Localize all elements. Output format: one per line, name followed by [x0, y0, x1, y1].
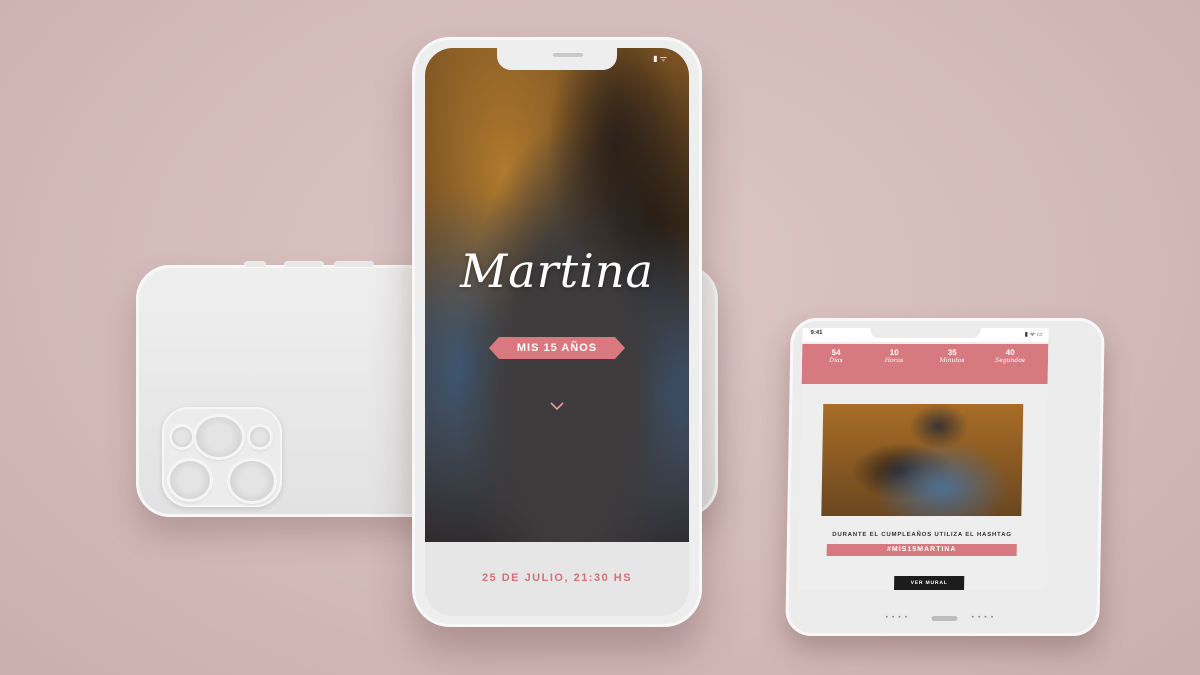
camera-lens [230, 461, 274, 501]
countdown-label: Días [829, 357, 843, 364]
flash-icon [172, 427, 192, 447]
chevron-down-icon-svg [550, 402, 564, 411]
phone-notch [870, 328, 981, 338]
countdown-label: Minutos [939, 357, 965, 364]
phone-notch [497, 48, 617, 70]
countdown-value: 35 [947, 348, 957, 357]
hashtag-instructions: DURANTE EL CUMPLEAÑOS UTILIZA EL HASHTAG [832, 532, 1012, 538]
camera-bump [162, 407, 282, 507]
status-time: 9:41 [810, 330, 823, 336]
speaker-grille: • • • • [885, 614, 909, 621]
status-icons: ▮ ᯤ [653, 54, 667, 63]
countdown-minutes: 35 Minutos [932, 348, 972, 364]
main-phone-screen: ▮ ᯤ Martina MIS 15 AÑOS 25 DE JULIO, 21:… [425, 48, 689, 616]
speaker-grille: • • • • [971, 614, 995, 621]
countdown-value: 40 [1005, 348, 1015, 357]
ver-mural-button[interactable]: VER MURAL [894, 576, 965, 590]
celebrant-photo [821, 404, 1024, 516]
countdown-value: 10 [889, 348, 899, 357]
countdown-value: 54 [831, 348, 841, 357]
hashtag-banner: #MIS15MARTINA [826, 544, 1017, 556]
countdown-days: 54 Días [816, 348, 856, 364]
camera-lens [196, 417, 242, 457]
camera-lens [170, 461, 210, 499]
countdown-seconds: 40 Segundos [990, 348, 1030, 364]
volume-down-button [334, 261, 374, 267]
side-button [244, 261, 266, 267]
phone-bottom-edge: • • • • • • • • [785, 600, 1100, 636]
status-bar: 9:41 ▮ ᯤ ▭ [802, 328, 1049, 342]
mockup-scene: ▮ ᯤ Martina MIS 15 AÑOS 25 DE JULIO, 21:… [0, 0, 1200, 675]
age-ribbon: MIS 15 AÑOS [489, 337, 625, 359]
volume-up-button [284, 261, 324, 267]
chevron-down-icon[interactable] [549, 400, 565, 411]
charging-port [931, 616, 958, 621]
countdown-label: Horas [884, 357, 904, 364]
main-phone: ▮ ᯤ Martina MIS 15 AÑOS 25 DE JULIO, 21:… [412, 37, 702, 627]
status-icons: ▮ ᯤ ▭ [1024, 332, 1043, 338]
celebrant-name: Martina [460, 244, 654, 298]
event-date: 25 DE JULIO, 21:30 HS [481, 572, 633, 584]
right-phone: 9:41 ▮ ᯤ ▭ 54 Días 10 Horas 35 Minutos 4… [785, 318, 1105, 636]
countdown-bar: 54 Días 10 Horas 35 Minutos 40 Segundos [801, 344, 1049, 384]
countdown-label: Segundos [995, 357, 1025, 364]
right-phone-screen: 9:41 ▮ ᯤ ▭ 54 Días 10 Horas 35 Minutos 4… [798, 328, 1049, 590]
sensor-icon [250, 427, 270, 447]
earpiece [553, 53, 583, 57]
countdown-hours: 10 Horas [874, 348, 914, 364]
